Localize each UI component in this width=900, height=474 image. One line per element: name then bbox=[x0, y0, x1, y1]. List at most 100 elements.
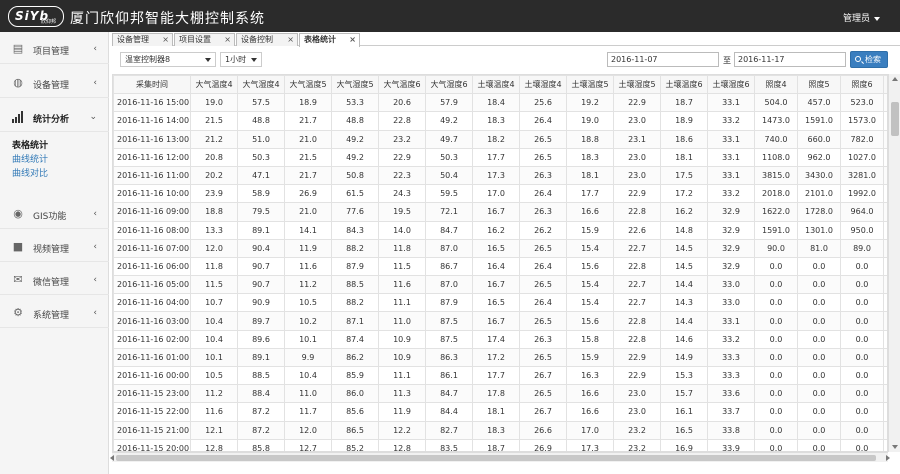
cell-value: 10.2 bbox=[284, 311, 332, 331]
column-header[interactable]: 土壤温度4 bbox=[472, 75, 520, 95]
sidebar-item-device[interactable]: ◍ 设备管理 ‹ bbox=[0, 68, 109, 98]
table-row[interactable]: 2016-11-16 05:00:0411.590.711.288.511.68… bbox=[113, 275, 887, 295]
date-to-input[interactable]: 2016-11-17 bbox=[734, 52, 846, 67]
cell-value: 21.5 bbox=[284, 147, 332, 167]
scroll-up-icon[interactable] bbox=[892, 77, 898, 81]
column-header[interactable]: 大气温度6 bbox=[378, 75, 426, 95]
table-row[interactable]: 2016-11-16 01:00:0210.189.19.986.210.986… bbox=[113, 347, 887, 368]
tab-device-control[interactable]: 设备控制 × bbox=[236, 33, 298, 46]
scroll-down-icon[interactable] bbox=[892, 445, 898, 449]
cell-value: 33.1 bbox=[707, 311, 755, 331]
table-row[interactable]: 2016-11-16 08:00:0113.389.114.184.314.08… bbox=[113, 220, 887, 240]
table-row[interactable]: 2016-11-16 15:00:0419.057.518.953.320.65… bbox=[113, 93, 887, 113]
column-header[interactable]: 土壤湿度6 bbox=[707, 75, 755, 95]
subnav-table-stats[interactable]: 表格统计 bbox=[12, 138, 48, 151]
tab-label: 项目设置 bbox=[179, 35, 211, 44]
close-icon[interactable]: × bbox=[349, 34, 356, 45]
tab-project-settings[interactable]: 项目设置 × bbox=[174, 33, 235, 46]
tab-device-management[interactable]: 设备管理 × bbox=[112, 33, 173, 46]
cell-value: 14.4 bbox=[660, 311, 708, 331]
cell-value: 1992.0 bbox=[840, 184, 884, 204]
table-row[interactable]: 2016-11-16 02:00:0410.489.610.187.410.98… bbox=[113, 329, 887, 349]
cell-value: 12.7 bbox=[284, 438, 332, 451]
column-header[interactable]: 土壤温度5 bbox=[566, 75, 614, 95]
cell-value: 82.7 bbox=[425, 420, 473, 440]
logo-subtext: 欣仰邦 bbox=[41, 19, 57, 25]
column-header[interactable]: 土壤湿度4 bbox=[519, 75, 567, 95]
vertical-scrollbar[interactable] bbox=[888, 74, 900, 452]
cell-value: 1591.0 bbox=[797, 111, 841, 131]
column-header[interactable]: 土壤温度6 bbox=[660, 75, 708, 95]
cell-value: 17.2 bbox=[472, 347, 520, 368]
cell-value: 23.1 bbox=[613, 129, 661, 149]
user-menu[interactable]: 管理员 bbox=[843, 11, 880, 24]
cell-value: 0.0 bbox=[797, 438, 841, 451]
close-icon[interactable]: × bbox=[224, 34, 231, 45]
sidebar-item-wechat[interactable]: ✉ 微信管理 ‹ bbox=[0, 265, 109, 295]
interval-select[interactable]: 1小时 bbox=[220, 52, 262, 67]
column-header[interactable]: 大气温度4 bbox=[190, 75, 238, 95]
table-row[interactable]: 2016-11-16 14:00:0121.548.821.748.822.84… bbox=[113, 111, 887, 131]
search-button[interactable]: 检索 bbox=[850, 51, 888, 68]
table-row[interactable]: 2016-11-15 23:00:0311.288.411.086.011.38… bbox=[113, 384, 887, 404]
sidebar-item-statistics[interactable]: 统计分析 ⌄ bbox=[0, 102, 109, 132]
cell-value: 88.2 bbox=[331, 238, 379, 258]
scroll-thumb[interactable] bbox=[116, 455, 876, 461]
column-header[interactable]: 照度5 bbox=[797, 75, 841, 95]
caret-down-icon bbox=[251, 58, 257, 62]
cell-time: 2016-11-16 11:00:01 bbox=[113, 165, 191, 186]
column-header[interactable]: 土壤湿度5 bbox=[613, 75, 661, 95]
controller-select[interactable]: 温室控制器8 bbox=[120, 52, 216, 67]
column-header[interactable]: 大气湿度4 bbox=[237, 75, 285, 95]
cell-value: 87.9 bbox=[425, 293, 473, 313]
table-row[interactable]: 2016-11-16 00:00:0210.588.510.485.911.18… bbox=[113, 365, 887, 386]
table-row[interactable]: 2016-11-16 12:00:0320.850.321.549.222.95… bbox=[113, 147, 887, 167]
cell-value: 79.5 bbox=[237, 202, 285, 222]
close-icon[interactable]: × bbox=[162, 34, 169, 45]
scroll-left-icon[interactable] bbox=[110, 455, 114, 461]
table-row[interactable]: 2016-11-15 20:00:0212.885.812.785.212.88… bbox=[113, 438, 887, 451]
table-row[interactable]: 2016-11-15 22:00:0311.687.211.785.611.98… bbox=[113, 402, 887, 422]
sidebar-item-system[interactable]: ⚙ 系统管理 ‹ bbox=[0, 298, 109, 328]
cell-value: 33.2 bbox=[707, 329, 755, 349]
subnav-curve-compare[interactable]: 曲线对比 bbox=[12, 166, 48, 179]
cell-value: 17.2 bbox=[660, 184, 708, 204]
cell-value: 90.7 bbox=[237, 275, 285, 295]
table-row[interactable]: 2016-11-15 21:00:0412.187.212.086.512.28… bbox=[113, 420, 887, 440]
column-header[interactable]: 大气湿度5 bbox=[331, 75, 379, 95]
subnav-curve-stats[interactable]: 曲线统计 bbox=[12, 152, 48, 165]
sidebar-item-gis[interactable]: ◉ GIS功能 ‹ bbox=[0, 199, 109, 229]
table-row[interactable]: 2016-11-16 07:00:0212.090.411.988.211.88… bbox=[113, 238, 887, 258]
sidebar-item-project[interactable]: ▤ 项目管理 ‹ bbox=[0, 34, 109, 64]
close-icon[interactable]: × bbox=[287, 34, 294, 45]
cell-value: 0.0 bbox=[754, 438, 798, 451]
date-from-input[interactable]: 2016-11-07 bbox=[607, 52, 719, 67]
table-row[interactable]: 2016-11-16 09:00:0318.879.521.077.619.57… bbox=[113, 202, 887, 222]
scroll-thumb[interactable] bbox=[891, 102, 899, 136]
cell-value: 87.1 bbox=[331, 311, 379, 331]
table-row[interactable]: 2016-11-16 04:00:0110.790.910.588.211.18… bbox=[113, 293, 887, 313]
cell-value: 15.8 bbox=[566, 329, 614, 349]
table-row[interactable]: 2016-11-16 03:00:0210.489.710.287.111.08… bbox=[113, 311, 887, 331]
cell-value: 22.6 bbox=[613, 220, 661, 240]
cell-value: 15.7 bbox=[660, 384, 708, 404]
horizontal-scrollbar[interactable] bbox=[110, 452, 890, 462]
date-range-separator: 至 bbox=[723, 56, 731, 65]
cell-value: 11.1 bbox=[378, 365, 426, 386]
scroll-right-icon[interactable] bbox=[886, 455, 890, 461]
column-header[interactable]: 照度4 bbox=[754, 75, 798, 95]
table-row[interactable]: 2016-11-16 10:00:0223.958.926.961.524.35… bbox=[113, 184, 887, 204]
cell-value: 24.3 bbox=[378, 184, 426, 204]
tab-table-stats[interactable]: 表格统计 × bbox=[299, 33, 360, 47]
column-header[interactable]: 大气温度5 bbox=[284, 75, 332, 95]
cell-value: 10.4 bbox=[284, 365, 332, 386]
cell-value: 53.3 bbox=[331, 93, 379, 113]
table-row[interactable]: 2016-11-16 13:00:0221.251.021.049.223.24… bbox=[113, 129, 887, 149]
table-row[interactable]: 2016-11-16 11:00:0120.247.121.750.822.35… bbox=[113, 165, 887, 186]
table-row[interactable]: 2016-11-16 06:00:0211.890.711.687.911.58… bbox=[113, 256, 887, 277]
column-header[interactable]: 大气湿度6 bbox=[425, 75, 473, 95]
column-header[interactable]: 采集时间 bbox=[113, 75, 191, 95]
sidebar-item-video[interactable]: ■ 视频管理 ‹ bbox=[0, 232, 109, 262]
column-header[interactable]: 照度6 bbox=[840, 75, 884, 95]
cell-value: 457.0 bbox=[797, 93, 841, 113]
